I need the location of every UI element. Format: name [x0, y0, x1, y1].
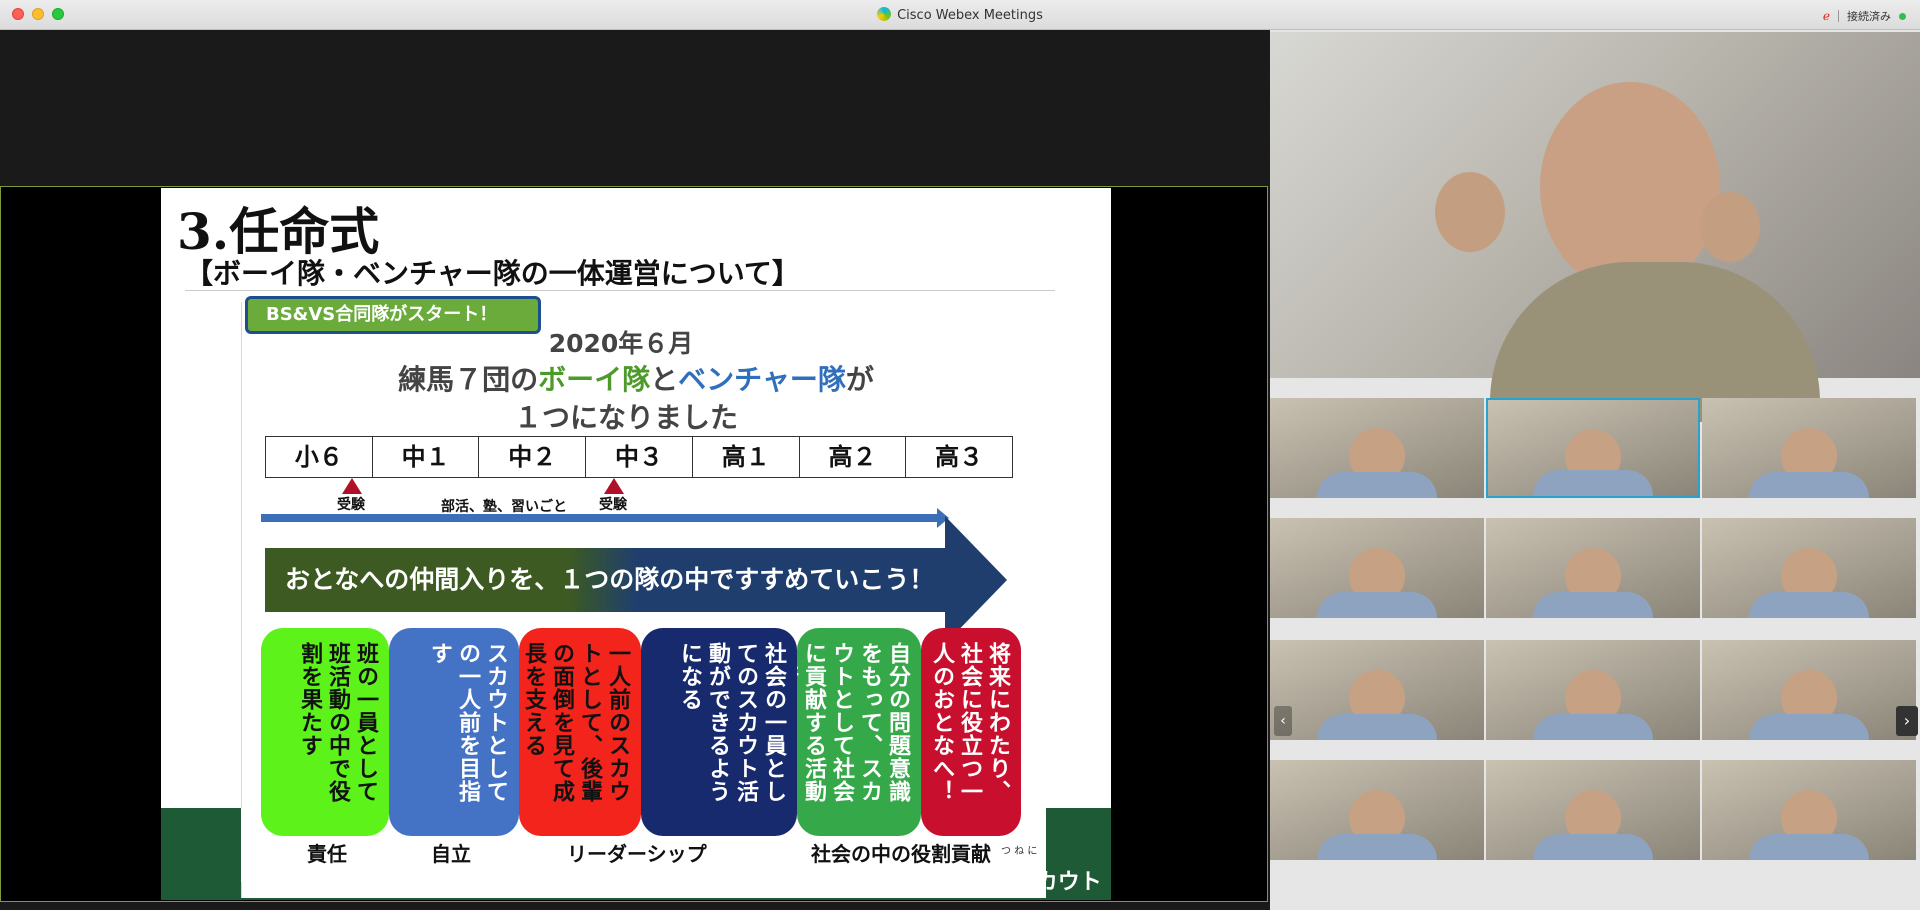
participant-shirt [1533, 592, 1653, 618]
participant-face [1435, 172, 1505, 252]
participant-video-panel: ‹ › [1270, 30, 1920, 910]
category-label: 社会の中の役割貢献 [811, 842, 991, 866]
participant-video-tile[interactable] [1702, 518, 1916, 618]
connected-dot-icon [1899, 12, 1906, 20]
grade-cell: 小６ [266, 437, 373, 477]
msg-prefix: 練馬７団の [398, 363, 539, 396]
previous-page-arrow-icon[interactable]: ‹ [1274, 706, 1292, 736]
exam-marker-icon [604, 478, 624, 494]
participant-shirt [1317, 472, 1437, 498]
participant-video-tile[interactable] [1270, 760, 1484, 860]
participant-shirt [1749, 834, 1869, 860]
active-speaker-video[interactable] [1270, 32, 1920, 422]
participant-shirt [1533, 470, 1653, 496]
msg-venture-troop: ベンチャー隊 [678, 363, 846, 396]
participant-shirt [1317, 714, 1437, 740]
boy-scout-logo: ⚜ ボーイスカウト [921, 864, 1102, 896]
participant-video-tile[interactable] [1270, 640, 1484, 740]
stage-card-social-2: 将来にわたり、社会に役立つ一人のおとなへ！ [921, 628, 1021, 836]
participant-face [1700, 192, 1760, 262]
category-label: 自立 [431, 842, 471, 866]
shared-screen-frame: 3.任命式 【ボーイ隊・ベンチャー隊の一体運営について】 BS&VS合同隊がスタ… [0, 186, 1268, 902]
logo-ruby-text: つ ね に [1001, 846, 1038, 857]
participant-shirt [1533, 834, 1653, 860]
participant-shirt [1749, 714, 1869, 740]
slide-page-number: 5 [631, 880, 643, 899]
next-page-arrow-icon[interactable]: › [1896, 706, 1918, 736]
club-activities-label: 部活、塾、習いごと [441, 499, 567, 515]
webex-logo-icon [877, 7, 892, 21]
exam-marker-icon [342, 478, 362, 494]
logo-text: ボーイスカウト [948, 870, 1102, 895]
grade-cell: 中３ [586, 437, 693, 477]
growth-arrow-text: おとなへの仲間入りを、１つの隊の中ですすめていこう！ [285, 565, 935, 594]
status-divider [1838, 10, 1839, 22]
slide-message-line1: 練馬７団のボーイ隊とベンチャー隊が [161, 358, 1111, 398]
participant-shirt [1533, 714, 1653, 740]
participant-shirt [1317, 834, 1437, 860]
participant-shirt [1749, 472, 1869, 498]
fleur-de-lis-icon: ⚜ [921, 870, 949, 895]
app-title: Cisco Webex Meetings [897, 8, 1043, 23]
participant-video-tile[interactable] [1702, 398, 1916, 498]
stage-card-leadership-2: 社会の一員としてのスカウト活動ができるようになる [641, 628, 797, 836]
speaker-face [1540, 82, 1720, 292]
connection-status-label: 接続済み [1847, 10, 1891, 23]
stage-card-social-1: 自分の問題意識をもって、スカウトとして社会に貢献する活動を行う [797, 628, 921, 836]
grade-cell: 高１ [693, 437, 800, 477]
slide-subtitle: 【ボーイ隊・ベンチャー隊の一体運営について】 [185, 257, 800, 290]
participant-video-tile[interactable] [1486, 518, 1700, 618]
participant-video-tile[interactable] [1270, 518, 1484, 618]
timeline-arrow-line [261, 514, 941, 522]
msg-particle: が [845, 363, 874, 396]
presentation-slide: 3.任命式 【ボーイ隊・ベンチャー隊の一体運営について】 BS&VS合同隊がスタ… [161, 188, 1111, 900]
growth-arrow-head [945, 516, 1007, 644]
connection-status: ℯ 接続済み [1823, 8, 1906, 24]
exam-label: 受験 [599, 497, 627, 513]
shared-content-area: 3.任命式 【ボーイ隊・ベンチャー隊の一体運営について】 BS&VS合同隊がスタ… [0, 30, 1268, 910]
msg-and: と [650, 363, 679, 396]
participant-shirt [1317, 592, 1437, 618]
exam-label: 受験 [337, 497, 365, 513]
slide-message-line2: １つになりました [513, 401, 738, 434]
app-title-area: Cisco Webex Meetings [0, 7, 1920, 23]
participant-video-tile[interactable] [1270, 398, 1484, 498]
participant-video-tile[interactable] [1486, 640, 1700, 740]
slide-date: 2020年６月 [548, 329, 694, 358]
msg-boy-troop: ボーイ隊 [538, 363, 651, 396]
stage-card-responsibility: 班の一員として班活動の中で役割を果たす [261, 628, 389, 836]
participant-video-tile[interactable] [1702, 640, 1916, 740]
stage-card-leadership-1: 一人前のスカウトとして、後輩の面倒を見て成長を支える [519, 628, 641, 836]
grade-cell: 中１ [373, 437, 480, 477]
participant-shirt [1749, 592, 1869, 618]
stage-card-independence: スカウトとしての一人前を目指す [389, 628, 519, 836]
participant-video-tile-selected[interactable] [1486, 398, 1700, 498]
mic-muted-icon[interactable]: ℯ [1823, 9, 1830, 23]
window-titlebar: Cisco Webex Meetings ℯ 接続済み [0, 0, 1920, 30]
category-label: リーダーシップ [567, 842, 707, 866]
participant-video-tile[interactable] [1702, 760, 1916, 860]
grade-cell: 中２ [479, 437, 587, 477]
category-label: 責任 [307, 842, 347, 866]
grade-cell: 高３ [935, 443, 984, 471]
participant-video-tile[interactable] [1486, 760, 1700, 860]
grade-timeline: 小６ 中１ 中２ 中３ 高１ 高２ 高３ [265, 436, 1013, 478]
grade-cell: 高２ [800, 437, 907, 477]
